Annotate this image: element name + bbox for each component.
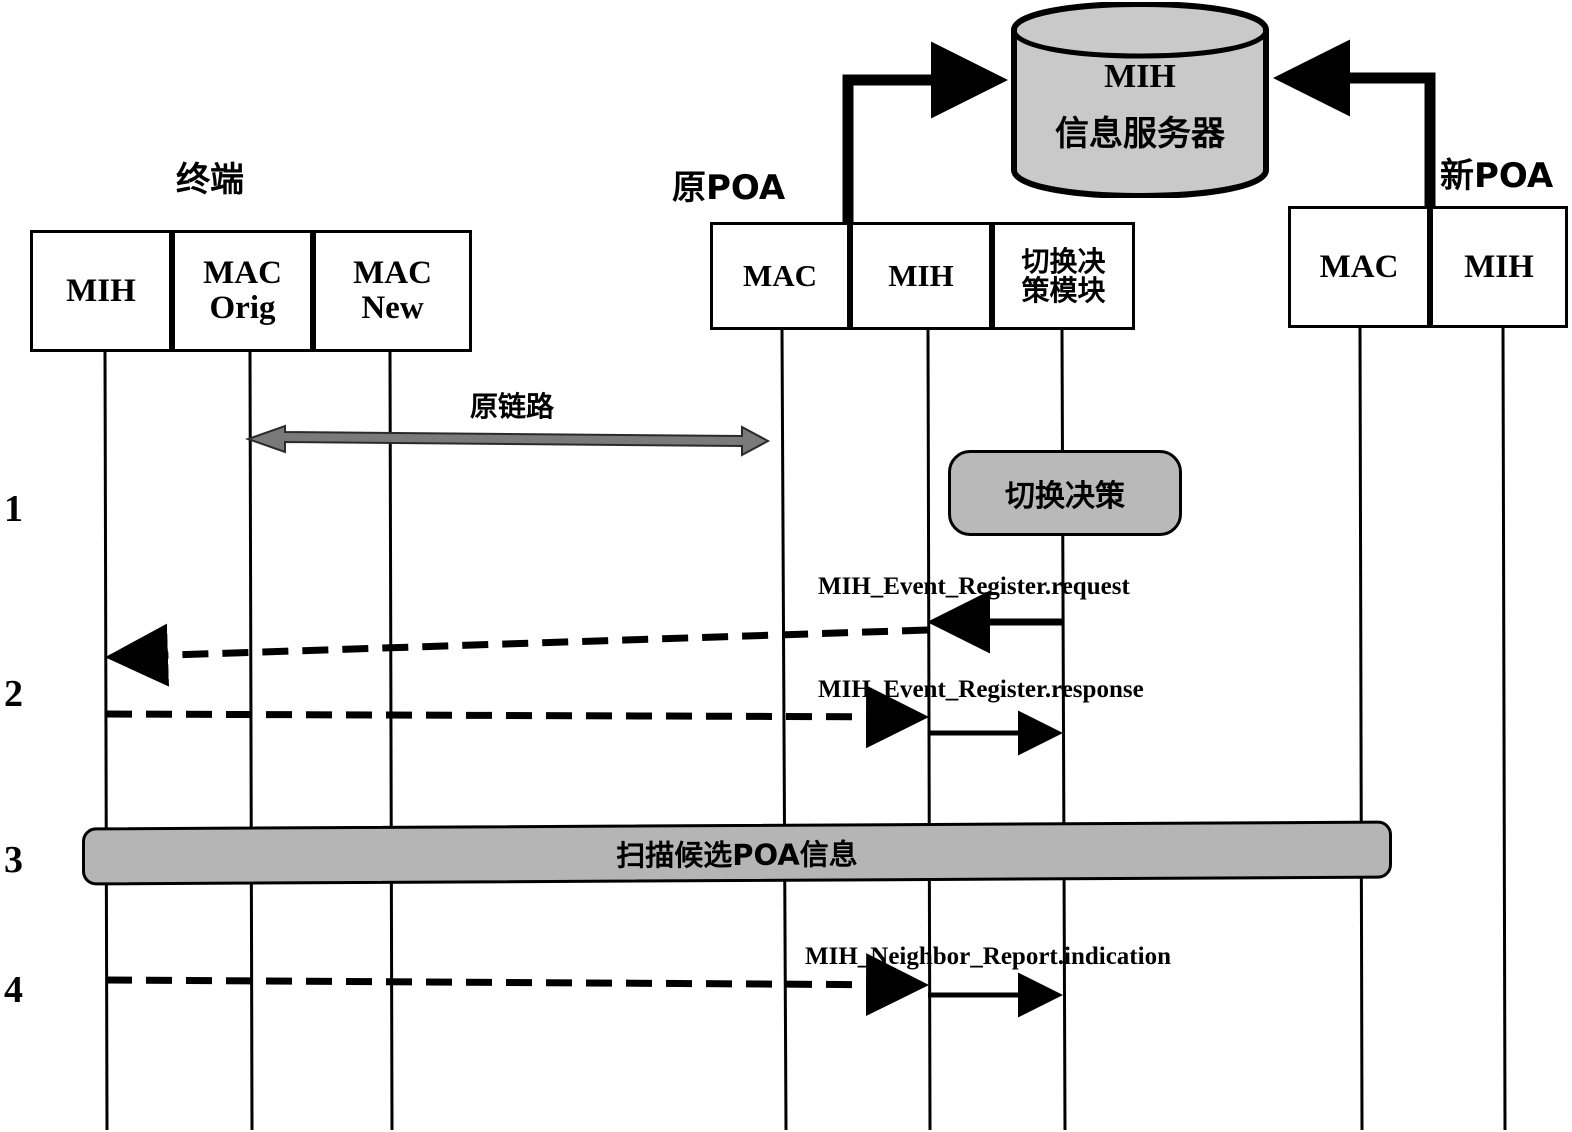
group-label-orig-poa: 原POA	[672, 168, 786, 208]
server-cylinder-icon	[1011, 0, 1269, 200]
connector-new-poa-to-server	[1273, 39, 1436, 206]
node-terminal-mac-new[interactable]: MAC New	[313, 230, 472, 352]
handover-decision-box[interactable]: 切换决策	[948, 450, 1182, 536]
node-terminal-mih[interactable]: MIH	[30, 230, 172, 352]
group-label-new-poa: 新POA	[1440, 156, 1554, 196]
message-label-event-register-response: MIH_Event_Register.response	[818, 676, 1144, 703]
message-label-neighbor-report-indication: MIH_Neighbor_Report.indication	[805, 943, 1171, 970]
node-orig-poa-mac[interactable]: MAC	[710, 222, 850, 330]
lifeline-new-poa-mac	[1358, 327, 1364, 1131]
node-orig-poa-mih[interactable]: MIH	[850, 222, 992, 330]
message-label-event-register-request: MIH_Event_Register.request	[818, 573, 1130, 600]
lifelines	[103, 327, 1507, 1131]
arrow-event-register-response-dashed	[105, 685, 929, 749]
server-label-line2: 信息服务器	[1055, 114, 1225, 154]
node-new-poa-mih-label: MIH	[1464, 248, 1534, 285]
step-number-4: 4	[4, 969, 23, 1011]
sequence-diagram-canvas: MIH 信息服务器 终端 原POA 新POA MIH MAC Orig MAC …	[0, 0, 1572, 1132]
node-terminal-mih-label: MIH	[66, 272, 136, 309]
mih-information-server: MIH 信息服务器	[1008, 0, 1272, 200]
step-number-3: 3	[4, 839, 23, 881]
step-number-2: 2	[4, 673, 23, 715]
node-orig-poa-mac-label: MAC	[742, 257, 818, 293]
step-number-1: 1	[4, 488, 23, 530]
arrow-neighbor-report-dashed	[105, 953, 929, 1017]
node-terminal-mac-orig[interactable]: MAC Orig	[172, 230, 313, 352]
original-link-label: 原链路	[470, 390, 555, 423]
lifeline-orig-poa-mac	[780, 329, 788, 1131]
lifeline-orig-poa-mih	[926, 329, 932, 1131]
server-label-line1: MIH	[1104, 58, 1176, 95]
scan-candidate-poa-label: 扫描候选POA信息	[616, 837, 858, 873]
original-link-double-arrow	[244, 424, 771, 457]
node-orig-poa-decision-module[interactable]: 切换决 策模块	[992, 222, 1135, 330]
node-terminal-mac-new-label: MAC New	[353, 255, 432, 326]
node-new-poa-mih[interactable]: MIH	[1430, 206, 1568, 328]
node-new-poa-mac-label: MAC	[1319, 248, 1399, 285]
node-terminal-mac-orig-label: MAC Orig	[203, 255, 282, 326]
lifeline-terminal-mac-orig	[248, 351, 254, 1131]
handover-decision-label: 切换决策	[1005, 479, 1125, 514]
node-orig-poa-mih-label: MIH	[888, 257, 954, 293]
node-orig-poa-decision-module-label: 切换决 策模块	[1021, 244, 1106, 307]
lifeline-new-poa-mih	[1501, 327, 1507, 1131]
group-label-terminal: 终端	[176, 160, 244, 200]
lifeline-terminal-mac-new	[388, 351, 394, 1131]
arrow-event-register-request-dashed	[105, 623, 929, 687]
scan-candidate-poa-band[interactable]: 扫描候选POA信息	[82, 820, 1392, 886]
node-new-poa-mac[interactable]: MAC	[1288, 206, 1430, 328]
connector-orig-poa-to-server	[842, 41, 1008, 222]
lifeline-terminal-mih	[103, 351, 109, 1131]
